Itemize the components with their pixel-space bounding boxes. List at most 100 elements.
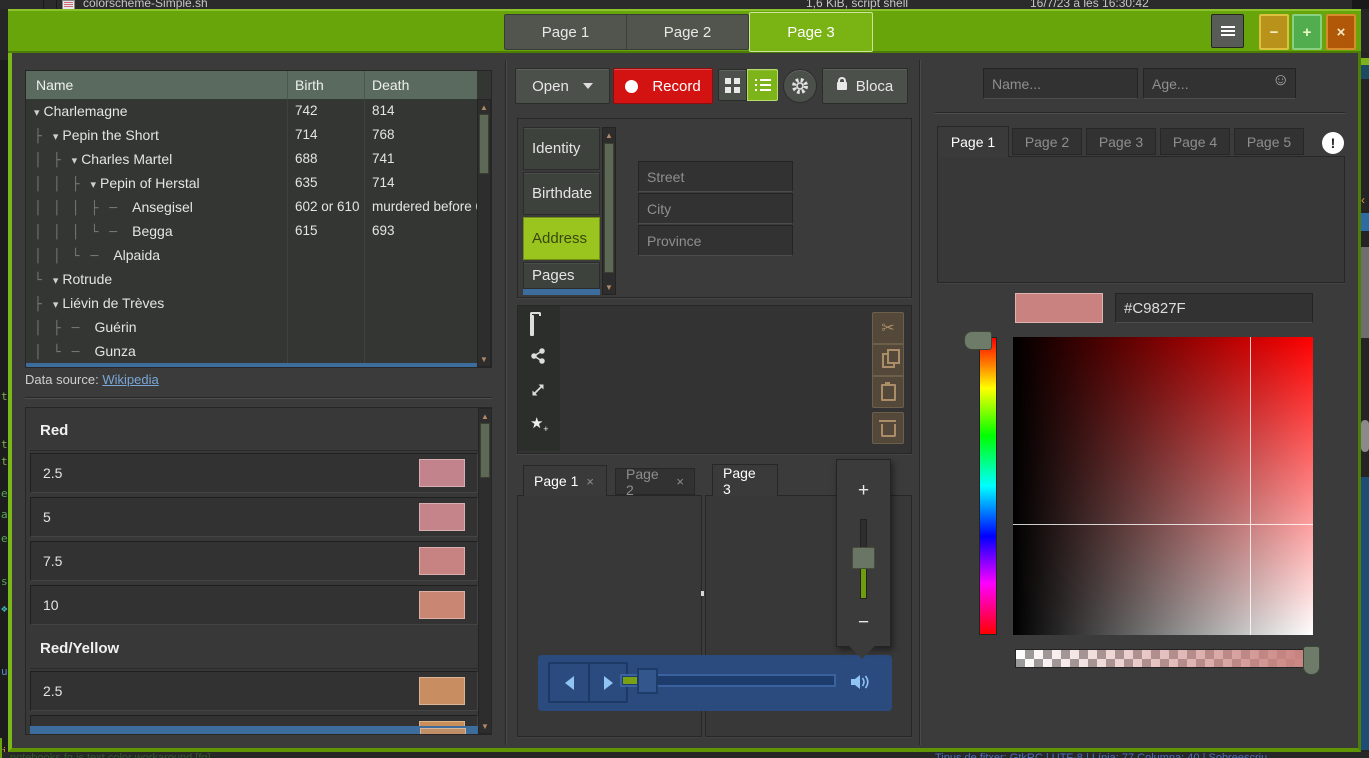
scrollbar-thumb[interactable] xyxy=(480,423,490,478)
zoom-out-button[interactable]: − xyxy=(837,612,890,634)
tree-row[interactable]: │├▾Charles Martel688741 xyxy=(26,147,477,171)
tree-row[interactable]: │││└─Begga615693 xyxy=(26,219,477,243)
stack-item-address-selected[interactable]: Address xyxy=(523,217,600,260)
paned-handle[interactable] xyxy=(701,591,704,596)
hex-color-field[interactable] xyxy=(1115,293,1313,323)
expander-icon[interactable]: ▾ xyxy=(90,179,96,191)
list-item[interactable]: 2.5 xyxy=(30,671,478,711)
warning-icon[interactable]: ! xyxy=(1322,132,1344,154)
stack-item-birthdate[interactable]: Birthdate xyxy=(523,172,600,215)
list-item-selected-partial[interactable] xyxy=(30,726,478,735)
titlebar-tab-page1[interactable]: Page 1 xyxy=(505,15,627,49)
stack-item-identity[interactable]: Identity xyxy=(523,127,600,170)
delete-button[interactable] xyxy=(872,412,904,444)
paste-button[interactable] xyxy=(872,376,904,408)
record-button[interactable]: Record xyxy=(613,68,713,104)
column-divider[interactable] xyxy=(364,71,365,99)
scroll-up-icon[interactable]: ▲ xyxy=(603,128,615,142)
city-field[interactable] xyxy=(638,193,793,224)
volume-slider-handle[interactable] xyxy=(852,547,875,569)
column-header-birth[interactable]: Birth xyxy=(295,71,324,99)
scrollbar-thumb[interactable] xyxy=(604,143,614,273)
expander-icon[interactable]: ▾ xyxy=(53,299,59,311)
expander-icon[interactable]: ▾ xyxy=(53,131,59,143)
scroll-down-icon[interactable]: ▼ xyxy=(478,352,490,366)
titlebar[interactable]: Page 1 Page 2 Page 3 − + × xyxy=(8,9,1361,53)
seek-handle[interactable] xyxy=(637,668,658,694)
settings-button[interactable] xyxy=(783,69,817,103)
alpha-slider[interactable] xyxy=(1015,649,1313,668)
maximize-button[interactable]: + xyxy=(1292,14,1322,50)
family-tree-view[interactable]: Name Birth Death ▾Charlemagne742814 ├▾Pe… xyxy=(25,70,492,368)
tab-page1[interactable]: Page 1 xyxy=(937,126,1009,157)
tab-page2[interactable]: Page 2 xyxy=(1012,128,1082,155)
province-field[interactable] xyxy=(638,225,793,256)
open-button[interactable]: Open xyxy=(515,68,610,104)
stack-scrollbar[interactable]: ▲ ▼ xyxy=(602,127,616,295)
name-field[interactable] xyxy=(983,68,1138,99)
minimize-button[interactable]: − xyxy=(1259,14,1289,50)
previous-button[interactable] xyxy=(548,662,588,703)
list-item[interactable]: 7.5 xyxy=(30,541,478,581)
lock-button[interactable]: Bloca xyxy=(822,68,908,104)
expander-icon[interactable]: ▾ xyxy=(34,107,40,119)
scroll-up-icon[interactable]: ▲ xyxy=(479,409,491,423)
list-item[interactable]: 2.5 xyxy=(30,453,478,493)
list-item[interactable]: 5 xyxy=(30,497,478,537)
hue-slider[interactable] xyxy=(979,337,997,635)
share-icon[interactable] xyxy=(530,348,546,369)
tree-row[interactable]: ││└─Alpaida xyxy=(26,243,477,267)
list-scrollbar[interactable]: ▲ ▼ xyxy=(478,408,492,734)
color-scale-list[interactable]: Red 2.5 5 7.5 10 Red/Yellow 2.5 5 ▲ ▼ xyxy=(25,407,492,735)
tab-page1[interactable]: Page 1 × xyxy=(523,465,607,496)
zoom-in-button[interactable]: + xyxy=(837,480,890,502)
hue-slider-handle[interactable] xyxy=(964,331,992,350)
list-view-toggle-active[interactable] xyxy=(747,69,778,101)
tree-row[interactable]: ├▾Pepin the Short714768 xyxy=(26,123,477,147)
tree-row[interactable]: │││├─Ansegisel602 or 610murdered before … xyxy=(26,195,477,219)
star-new-icon[interactable]: ★ xyxy=(530,415,543,432)
smiley-icon[interactable]: ☺ xyxy=(1272,70,1289,90)
list-item[interactable]: 10 xyxy=(30,585,478,625)
stack-item-pages[interactable]: Pages xyxy=(523,262,600,289)
tree-row[interactable]: ├▾Liévin de Trèves xyxy=(26,291,477,315)
titlebar-tab-page3-active[interactable]: Page 3 xyxy=(749,12,873,52)
column-divider[interactable] xyxy=(287,71,288,99)
folder-icon[interactable] xyxy=(530,317,534,335)
titlebar-tab-page2[interactable]: Page 2 xyxy=(627,15,748,49)
tree-scrollbar[interactable]: ▲ ▼ xyxy=(477,99,491,367)
scroll-down-icon[interactable]: ▼ xyxy=(479,719,491,733)
tree-row[interactable]: │├─Guérin xyxy=(26,315,477,339)
close-button[interactable]: × xyxy=(1326,14,1356,50)
saturation-value-area[interactable] xyxy=(1013,337,1313,635)
tree-row[interactable]: └▾Rotrude xyxy=(26,267,477,291)
column-header-death[interactable]: Death xyxy=(372,71,409,99)
expand-icon[interactable] xyxy=(530,382,546,403)
tree-row[interactable]: ▾Charlemagne742814 xyxy=(26,99,477,123)
tab-page4[interactable]: Page 4 xyxy=(1160,128,1230,155)
grid-view-toggle[interactable] xyxy=(718,69,747,101)
tab-page3[interactable]: Page 3 xyxy=(712,464,778,496)
alpha-slider-handle[interactable] xyxy=(1303,646,1320,675)
scrollbar-thumb[interactable] xyxy=(479,114,489,174)
tree-header[interactable]: Name Birth Death xyxy=(26,71,477,100)
tree-row-selected-partial[interactable] xyxy=(26,363,477,367)
scroll-up-icon[interactable]: ▲ xyxy=(478,100,490,114)
window-menu-button[interactable] xyxy=(1211,14,1244,48)
tab-page2[interactable]: Page 2 × xyxy=(615,468,695,495)
expander-icon[interactable]: ▾ xyxy=(72,155,78,167)
tree-row[interactable]: │└─Gunza xyxy=(26,339,477,363)
tab-page5[interactable]: Page 5 xyxy=(1234,128,1304,155)
street-field[interactable] xyxy=(638,161,793,192)
expander-icon[interactable]: ▾ xyxy=(53,275,59,287)
tree-row[interactable]: ││├▾Pepin of Herstal635714 xyxy=(26,171,477,195)
wikipedia-link[interactable]: Wikipedia xyxy=(102,372,158,387)
copy-button[interactable] xyxy=(872,344,904,376)
column-header-name[interactable]: Name xyxy=(36,71,73,99)
volume-icon[interactable] xyxy=(849,672,873,697)
close-tab-icon[interactable]: × xyxy=(676,474,684,489)
cut-button[interactable]: ✂ xyxy=(872,312,904,344)
close-tab-icon[interactable]: × xyxy=(586,474,594,489)
scroll-down-icon[interactable]: ▼ xyxy=(603,280,615,294)
tab-page3[interactable]: Page 3 xyxy=(1086,128,1156,155)
